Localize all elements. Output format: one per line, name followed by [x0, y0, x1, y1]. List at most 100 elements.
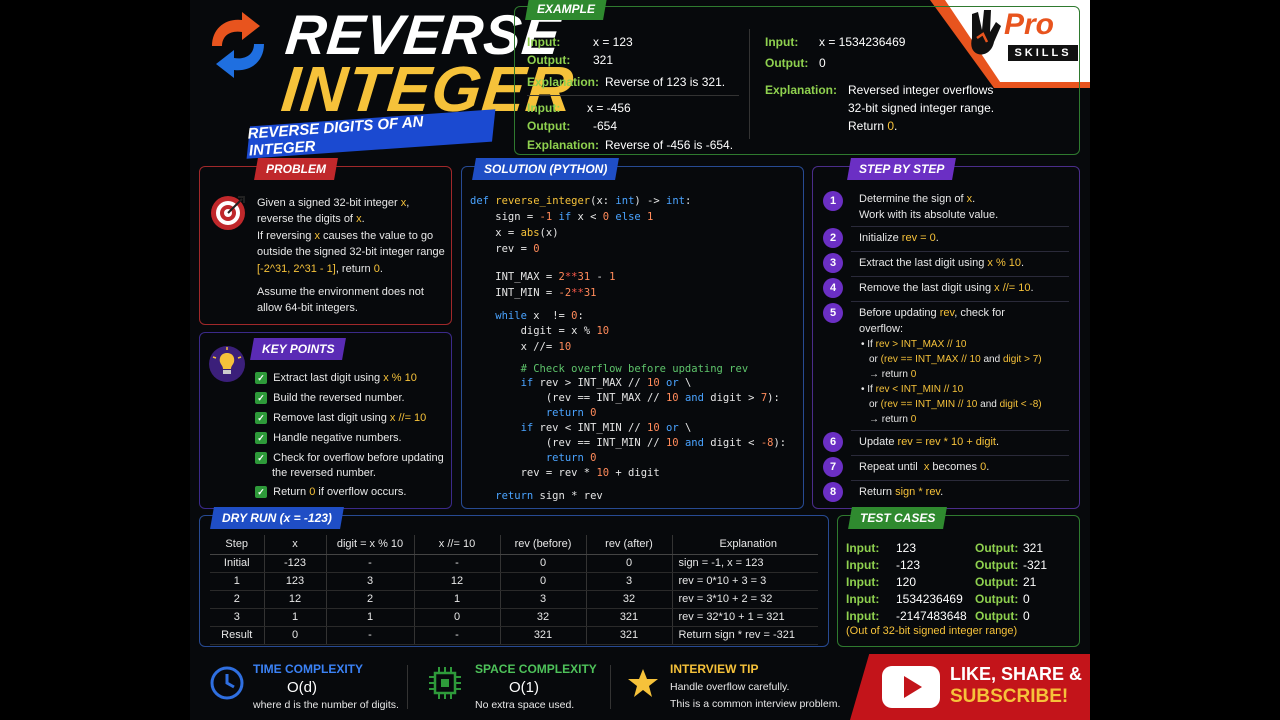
tc-output: 0	[1023, 592, 1030, 606]
check-icon: ✓	[255, 452, 267, 464]
step-5-line-4: or (rev == INT_MAX // 10 and digit > 7)	[869, 354, 1042, 365]
tc-input: 1534236469	[896, 592, 963, 606]
step-5-line-8: → return 0	[869, 414, 917, 425]
ex3-explanation-label: Explanation:	[765, 83, 838, 97]
dryrun-tag: DRY RUN (x = -123)	[210, 507, 344, 529]
ex2-explanation: Reverse of -456 is -654.	[605, 138, 734, 152]
step-number-4: 4	[823, 278, 843, 298]
table-row: Result 0 - - 321 321 Return sign * rev =…	[210, 626, 818, 645]
table-cell: sign = -1, x = 123	[672, 554, 818, 573]
column-header: Step	[210, 535, 265, 555]
step-5-line-2: overflow:	[859, 323, 904, 335]
step-8: Return sign * rev.	[859, 486, 944, 498]
step-6: Update rev = rev * 10 + digit.	[859, 436, 1000, 448]
keypoint-1: ✓ Extract last digit using x % 10	[255, 370, 417, 386]
ex3-expl-l2: 32-bit signed integer range.	[848, 101, 995, 115]
example-panel: EXAMPLE Input: x = 123 Output: 321 Expla…	[514, 0, 1080, 155]
table-cell: rev = 32*10 + 1 = 321	[672, 608, 818, 627]
code-line-intmin: INT_MIN = -2**31	[470, 287, 597, 299]
clock-icon	[210, 666, 244, 700]
column-header: x	[264, 535, 327, 555]
ex3-output: 0	[819, 56, 826, 70]
table-cell: 0	[264, 626, 327, 645]
step-number-5: 5	[823, 303, 843, 323]
table-cell: 0	[586, 554, 673, 573]
table-cell: 2	[210, 590, 265, 609]
table-header-row: Step x digit = x % 10 x //= 10 rev (befo…	[210, 535, 818, 555]
steps-tag: STEP BY STEP	[847, 158, 957, 180]
subscribe-line-1: LIKE, SHARE &	[950, 664, 1083, 684]
code-line-while: while x != 0:	[470, 310, 584, 322]
step-4: Remove the last digit using x //= 10.	[859, 282, 1034, 294]
step-5-line-3: • If rev > INT_MAX // 10	[861, 339, 967, 350]
table-cell: -	[326, 554, 415, 573]
time-sub: where d is the number of digits.	[253, 699, 399, 711]
table-cell: Result	[210, 626, 265, 645]
tc-input: 120	[896, 575, 917, 589]
keypoints-tag: KEY POINTS	[250, 338, 347, 360]
space-title: SPACE COMPLEXITY	[475, 662, 597, 676]
step-number-2: 2	[823, 228, 843, 248]
table-cell: 3	[210, 608, 265, 627]
table-cell: 1	[264, 608, 327, 627]
step-3: Extract the last digit using x % 10.	[859, 257, 1025, 269]
example-vdivider	[749, 29, 750, 139]
code-line-intmax: INT_MAX = 2**31 - 1	[470, 271, 616, 283]
testcases-panel: TEST CASES Input: 123 Output: 321 Input:…	[837, 507, 1080, 647]
step-divider	[851, 480, 1069, 481]
column-header: rev (after)	[586, 535, 673, 555]
infographic-canvas: REVERSE INTEGER REVERSE DIGITS OF AN INT…	[190, 0, 1090, 720]
ex3-output-label: Output:	[765, 56, 809, 70]
dryrun-table: Step x digit = x % 10 x //= 10 rev (befo…	[210, 535, 818, 645]
star-icon	[628, 669, 658, 697]
bottom-bar: TIME COMPLEXITY O(d) where d is the numb…	[199, 655, 851, 715]
code-line-return: return sign * rev	[470, 490, 603, 502]
time-value: O(d)	[287, 679, 317, 696]
table-cell: 32	[586, 590, 673, 609]
ex2-output-label: Output:	[527, 119, 571, 133]
youtube-play-icon[interactable]	[882, 666, 940, 708]
tc-output: 321	[1023, 541, 1044, 555]
tc-input-label: Input:	[846, 541, 880, 555]
table-cell: 3	[586, 572, 673, 591]
problem-line-1: Given a signed 32-bit integer x,	[257, 197, 410, 209]
solution-panel: SOLUTION (PYTHON) def reverse_integer(x:…	[461, 158, 804, 509]
keypoint-3: ✓ Remove last digit using x //= 10	[255, 410, 426, 426]
tip-line-1: Handle overflow carefully.	[670, 681, 790, 693]
column-header: x //= 10	[414, 535, 501, 555]
tc-input-label: Input:	[846, 609, 880, 623]
table-cell: rev = 0*10 + 3 = 3	[672, 572, 818, 591]
step-1-line-2: Work with its absolute value.	[859, 209, 999, 221]
code-line-digit: digit = x % 10	[470, 325, 610, 337]
column-header: digit = x % 10	[326, 535, 415, 555]
check-icon: ✓	[255, 486, 267, 498]
separator	[407, 665, 408, 709]
ex3-input-label: Input:	[765, 35, 799, 49]
step-number-6: 6	[823, 432, 843, 452]
steps-panel: STEP BY STEP 1 Determine the sign of x. …	[812, 158, 1080, 509]
time-title: TIME COMPLEXITY	[253, 662, 364, 676]
table-cell: -	[414, 626, 501, 645]
check-icon: ✓	[255, 372, 267, 384]
column-header: rev (before)	[500, 535, 587, 555]
table-cell: rev = 3*10 + 2 = 32	[672, 590, 818, 609]
ex1-explanation-label: Explanation:	[527, 75, 600, 89]
table-cell: Return sign * rev = -321	[672, 626, 818, 645]
keypoint-5: ✓ Check for overflow before updating	[255, 450, 444, 466]
table-cell: 32	[500, 608, 587, 627]
column-header: Explanation	[672, 535, 818, 555]
tc-output-label: Output:	[975, 609, 1019, 623]
table-cell: Initial	[210, 554, 265, 573]
step-number-7: 7	[823, 457, 843, 477]
tc-input-label: Input:	[846, 592, 880, 606]
tc-output-label: Output:	[975, 541, 1019, 555]
chip-icon	[429, 667, 461, 699]
check-icon: ✓	[255, 412, 267, 424]
tc-input-label: Input:	[846, 558, 880, 572]
code-line-if2: if rev < INT_MIN // 10 or \	[470, 422, 692, 434]
table-cell: 0	[500, 572, 587, 591]
step-5-line-6: • If rev < INT_MIN // 10	[861, 384, 964, 395]
tc-input: -123	[896, 558, 921, 572]
step-divider	[851, 430, 1069, 431]
subscribe-banner[interactable]: LIKE, SHARE & SUBSCRIBE!	[850, 654, 1090, 720]
